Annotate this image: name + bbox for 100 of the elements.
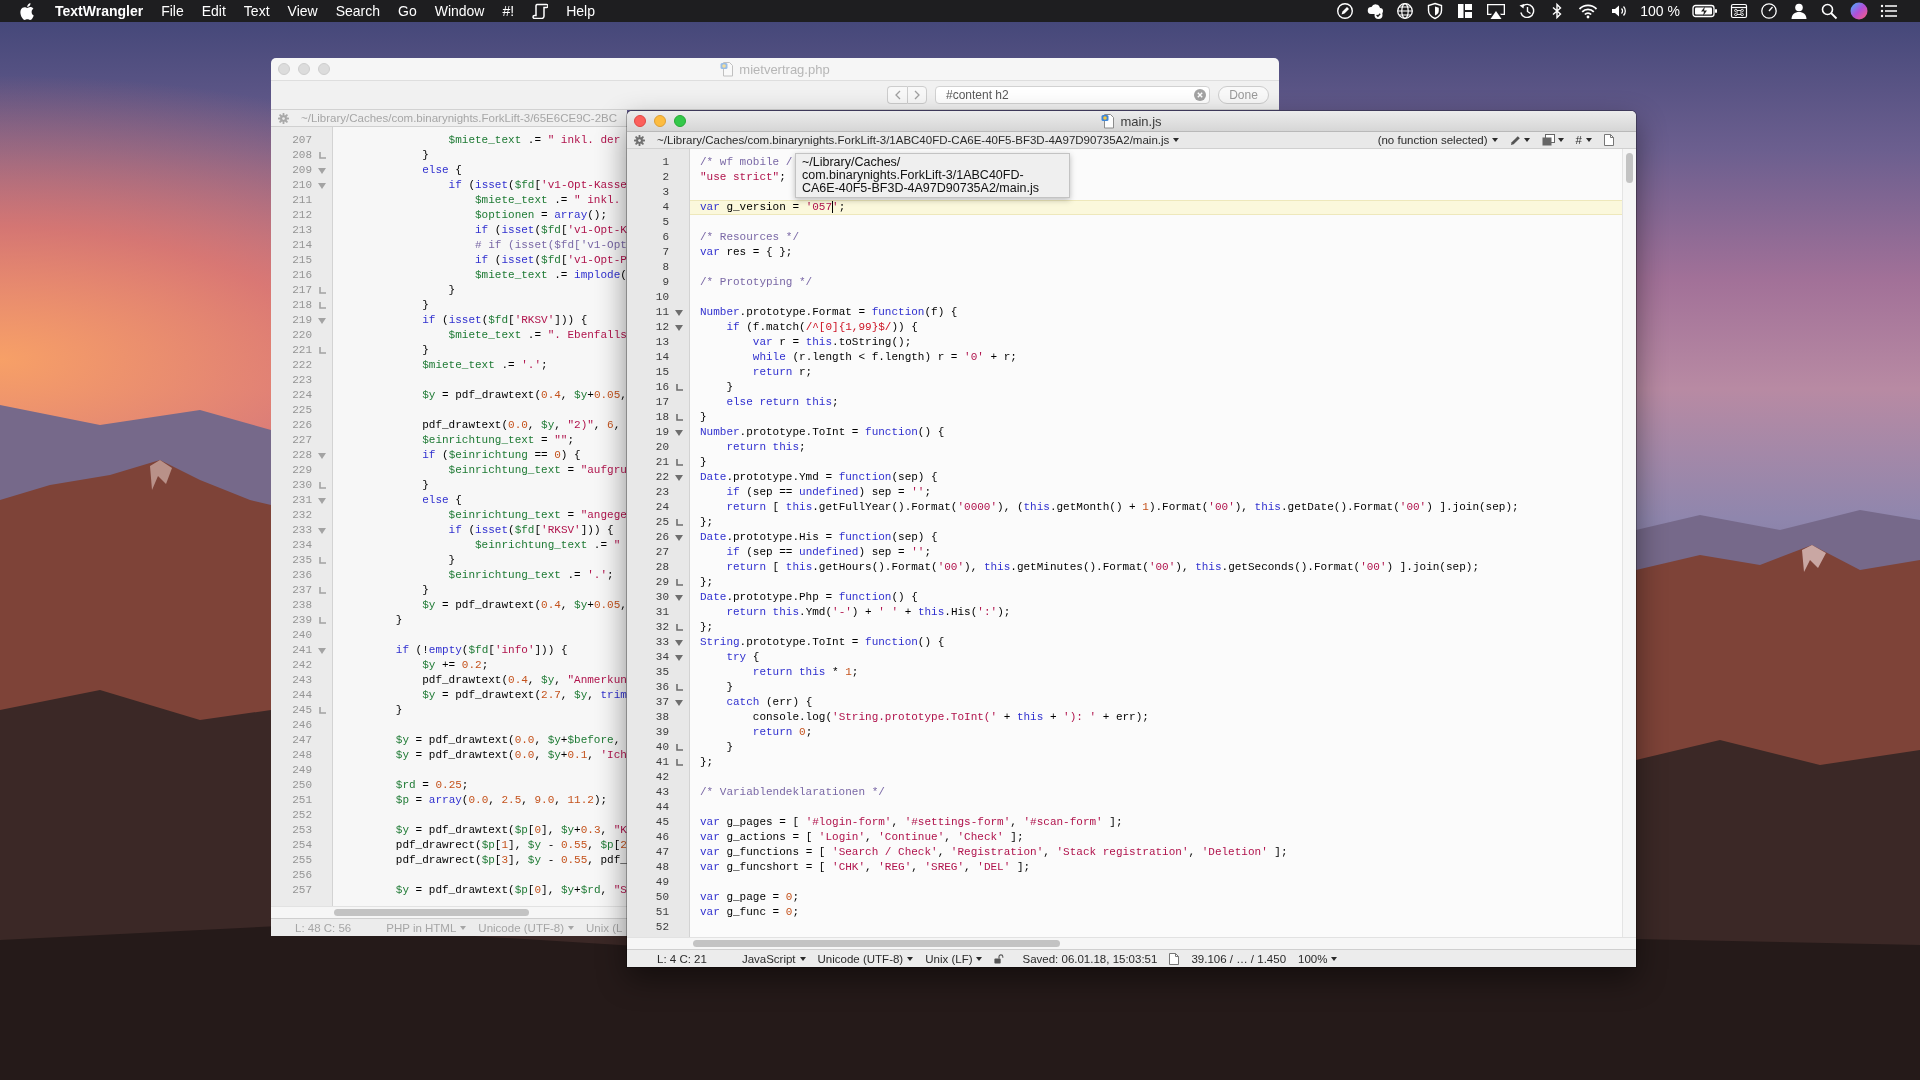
code-line: return this.Ymd('-') + ' ' + this.His(':'); (725, 606, 1011, 618)
menu-item[interactable]: File (161, 3, 184, 19)
fold-arrow-icon[interactable] (318, 647, 326, 654)
clock-icon[interactable] (1760, 2, 1778, 20)
fold-end-icon[interactable] (318, 587, 326, 594)
fold-end-icon[interactable] (318, 617, 326, 624)
line-number: 214 (292, 238, 312, 253)
line-number: 240 (292, 628, 312, 643)
close-button[interactable] (634, 115, 646, 127)
next-button[interactable] (907, 86, 927, 104)
status-menu[interactable]: 100% (1298, 952, 1338, 965)
chevron-left-icon (894, 90, 901, 100)
globe-icon[interactable] (1396, 2, 1415, 20)
clock-arrow-icon[interactable] (1518, 2, 1537, 20)
popup-menu[interactable]: # (1575, 134, 1592, 146)
code-line: } (725, 381, 733, 393)
fold-arrow-icon[interactable] (318, 527, 326, 534)
line-number: 255 (292, 853, 312, 868)
status-menu[interactable]: JavaScript (741, 952, 806, 965)
fold-arrow-icon[interactable] (318, 452, 326, 459)
fold-end-icon[interactable] (675, 384, 683, 391)
gear-icon[interactable] (634, 134, 645, 146)
code-line: var g_actions = [ 'Login', 'Continue', 'Check' ]; (700, 831, 1024, 843)
search-icon[interactable] (1820, 2, 1838, 20)
line-number: 242 (292, 658, 312, 673)
line-number: 33 (655, 635, 669, 650)
menu-item[interactable]: Help (566, 3, 595, 19)
menu-item[interactable]: Search (335, 3, 380, 19)
scrollbar-thumb[interactable] (1626, 153, 1633, 183)
menu-item[interactable]: Text (243, 3, 270, 19)
line-number: 253 (292, 823, 312, 838)
menu-item[interactable]: Edit (201, 3, 226, 19)
wifi-icon[interactable] (1578, 2, 1599, 20)
line-number: 9 (662, 275, 669, 290)
code-line: } (725, 681, 733, 693)
fold-arrow-icon[interactable] (675, 429, 683, 436)
command-window-icon[interactable] (1730, 2, 1748, 20)
clear-icon[interactable] (1194, 89, 1206, 101)
pen-menu-button[interactable] (1509, 134, 1530, 146)
scrollbar-thumb[interactable] (693, 940, 1060, 947)
tiles-icon[interactable] (1456, 2, 1475, 20)
zoom-button[interactable] (674, 115, 686, 127)
fold-end-icon[interactable] (675, 684, 683, 691)
line-number: 2 (662, 170, 669, 185)
fold-end-icon[interactable] (318, 557, 326, 564)
fold-arrow-icon[interactable] (675, 534, 683, 541)
pages-menu-button[interactable] (1541, 134, 1564, 146)
fold-end-icon[interactable] (675, 624, 683, 631)
cloud-check-icon[interactable] (1366, 2, 1385, 20)
fold-arrow-icon[interactable] (675, 594, 683, 601)
line-number: 12 (655, 320, 669, 335)
line-number: 43 (655, 785, 669, 800)
status-menu[interactable]: Unix (LF) (925, 952, 983, 965)
menu-item[interactable]: View (287, 3, 318, 19)
fold-arrow-icon[interactable] (318, 317, 326, 324)
fold-end-icon[interactable] (318, 482, 326, 489)
code-line: $miete_text .= implode( (474, 269, 627, 281)
fold-end-icon[interactable] (318, 707, 326, 714)
caret-icon (907, 956, 914, 961)
gear-icon[interactable] (278, 112, 289, 124)
gradient-orb-icon[interactable] (1850, 2, 1868, 20)
fold-end-icon[interactable] (675, 459, 683, 466)
file-path-menu[interactable]: ~/Library/Caches/com.binarynights.ForkLift-3/1ABC40FD-CA6E-40F5-BF3D-4A97D90735A2/main.js (657, 134, 1180, 146)
display-triangle-icon[interactable] (1486, 2, 1507, 20)
menu-item[interactable]: Go (398, 3, 417, 19)
previous-button[interactable] (887, 86, 907, 104)
menu-list-icon[interactable] (1880, 2, 1898, 20)
shield-icon[interactable] (1426, 2, 1445, 20)
fold-arrow-icon[interactable] (318, 497, 326, 504)
line-number: 219 (292, 313, 312, 328)
scrollbar-thumb[interactable] (334, 909, 529, 916)
search-field[interactable]: #content h2 (935, 86, 1210, 104)
fold-end-icon[interactable] (675, 519, 683, 526)
pen-circle-icon[interactable] (1336, 2, 1355, 20)
scroll-icon[interactable] (532, 3, 549, 19)
caret-icon (799, 956, 806, 961)
line-number: 7 (662, 245, 669, 260)
line-number: 27 (655, 545, 669, 560)
code-line: } (394, 614, 403, 626)
minimize-button[interactable] (654, 115, 666, 127)
popup-menu[interactable]: (no function selected) (1377, 134, 1498, 146)
fold-end-icon[interactable] (675, 579, 683, 586)
menu-item[interactable]: Window (434, 3, 485, 19)
fold-end-icon[interactable] (318, 152, 326, 159)
fold-arrow-icon[interactable] (675, 699, 683, 706)
menu-item[interactable]: #! (502, 3, 515, 19)
line-number: 1 (662, 155, 669, 170)
battery-percentage[interactable]: 100 % (1640, 3, 1680, 19)
status-menu[interactable]: Unicode (UTF-8) (817, 952, 914, 965)
user-icon[interactable] (1790, 2, 1808, 20)
fold-end-icon[interactable] (675, 414, 683, 421)
line-number: 29 (655, 575, 669, 590)
fold-arrow-icon[interactable] (675, 474, 683, 481)
app-menu[interactable]: TextWrangler (55, 3, 144, 19)
padlock-icon[interactable] (994, 953, 1005, 964)
document-icon[interactable] (1604, 134, 1614, 146)
fold-end-icon[interactable] (318, 347, 326, 354)
apple-icon[interactable] (20, 2, 34, 20)
code-line: $y = pdf_drawtext(0.4, $y+0.05, (421, 389, 627, 401)
battery-icon[interactable] (1692, 4, 1718, 18)
